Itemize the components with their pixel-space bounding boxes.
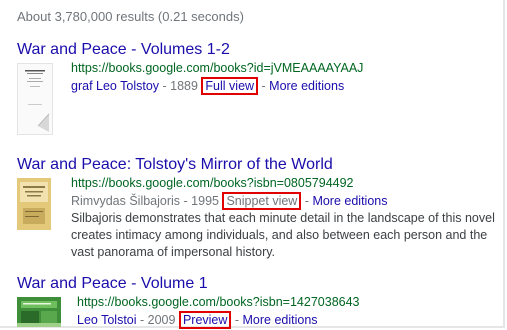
more-editions-link[interactable]: More editions — [312, 194, 387, 208]
result-title-link[interactable]: War and Peace - Volume 1 — [17, 274, 208, 294]
author-link[interactable]: graf Leo Tolstoy — [71, 79, 159, 93]
search-result: War and Peace - Volumes 1-2 https://book… — [17, 40, 363, 135]
book-cover-yellow-icon[interactable] — [17, 178, 51, 230]
more-editions-link[interactable]: More editions — [243, 313, 318, 327]
preview-link[interactable]: Preview — [178, 311, 232, 329]
separator: - — [258, 79, 270, 93]
result-meta: Leo Tolstoi - 2009 Preview - More editio… — [77, 311, 360, 329]
search-result: War and Peace: Tolstoy's Mirror of the W… — [17, 155, 495, 259]
separator: - — [301, 194, 313, 208]
result-title-link[interactable]: War and Peace - Volumes 1-2 — [17, 40, 230, 60]
author-link[interactable]: Leo Tolstoi — [77, 313, 137, 327]
full-view-link[interactable]: Full view — [201, 77, 259, 95]
snippet-view-label: Snippet view — [222, 192, 302, 210]
result-stats: About 3,780,000 results (0.21 seconds) — [17, 9, 244, 24]
author-text: Rimvydas Šilbajoris — [71, 194, 181, 208]
book-cover-green-icon[interactable] — [17, 297, 61, 327]
result-url: https://books.google.com/books?isbn=1427… — [77, 295, 360, 309]
result-url: https://books.google.com/books?isbn=0805… — [71, 176, 354, 190]
result-title-link[interactable]: War and Peace: Tolstoy's Mirror of the W… — [17, 155, 333, 175]
more-editions-link[interactable]: More editions — [269, 79, 344, 93]
result-meta: graf Leo Tolstoy - 1889 Full view - More… — [71, 77, 363, 95]
year-text: - 1889 — [159, 79, 202, 93]
year-text: - 2009 — [136, 313, 179, 327]
result-url: https://books.google.com/books?id=jVMEAA… — [71, 61, 364, 75]
year-text: - 1995 — [180, 194, 223, 208]
book-cover-plain-icon[interactable] — [17, 63, 53, 135]
result-meta: Rimvydas Šilbajoris - 1995 Snippet view … — [71, 192, 501, 210]
separator: - — [231, 313, 243, 327]
search-result: War and Peace - Volume 1 https://books.g… — [17, 274, 360, 329]
result-snippet: Silbajoris demonstrates that each minute… — [71, 211, 495, 259]
